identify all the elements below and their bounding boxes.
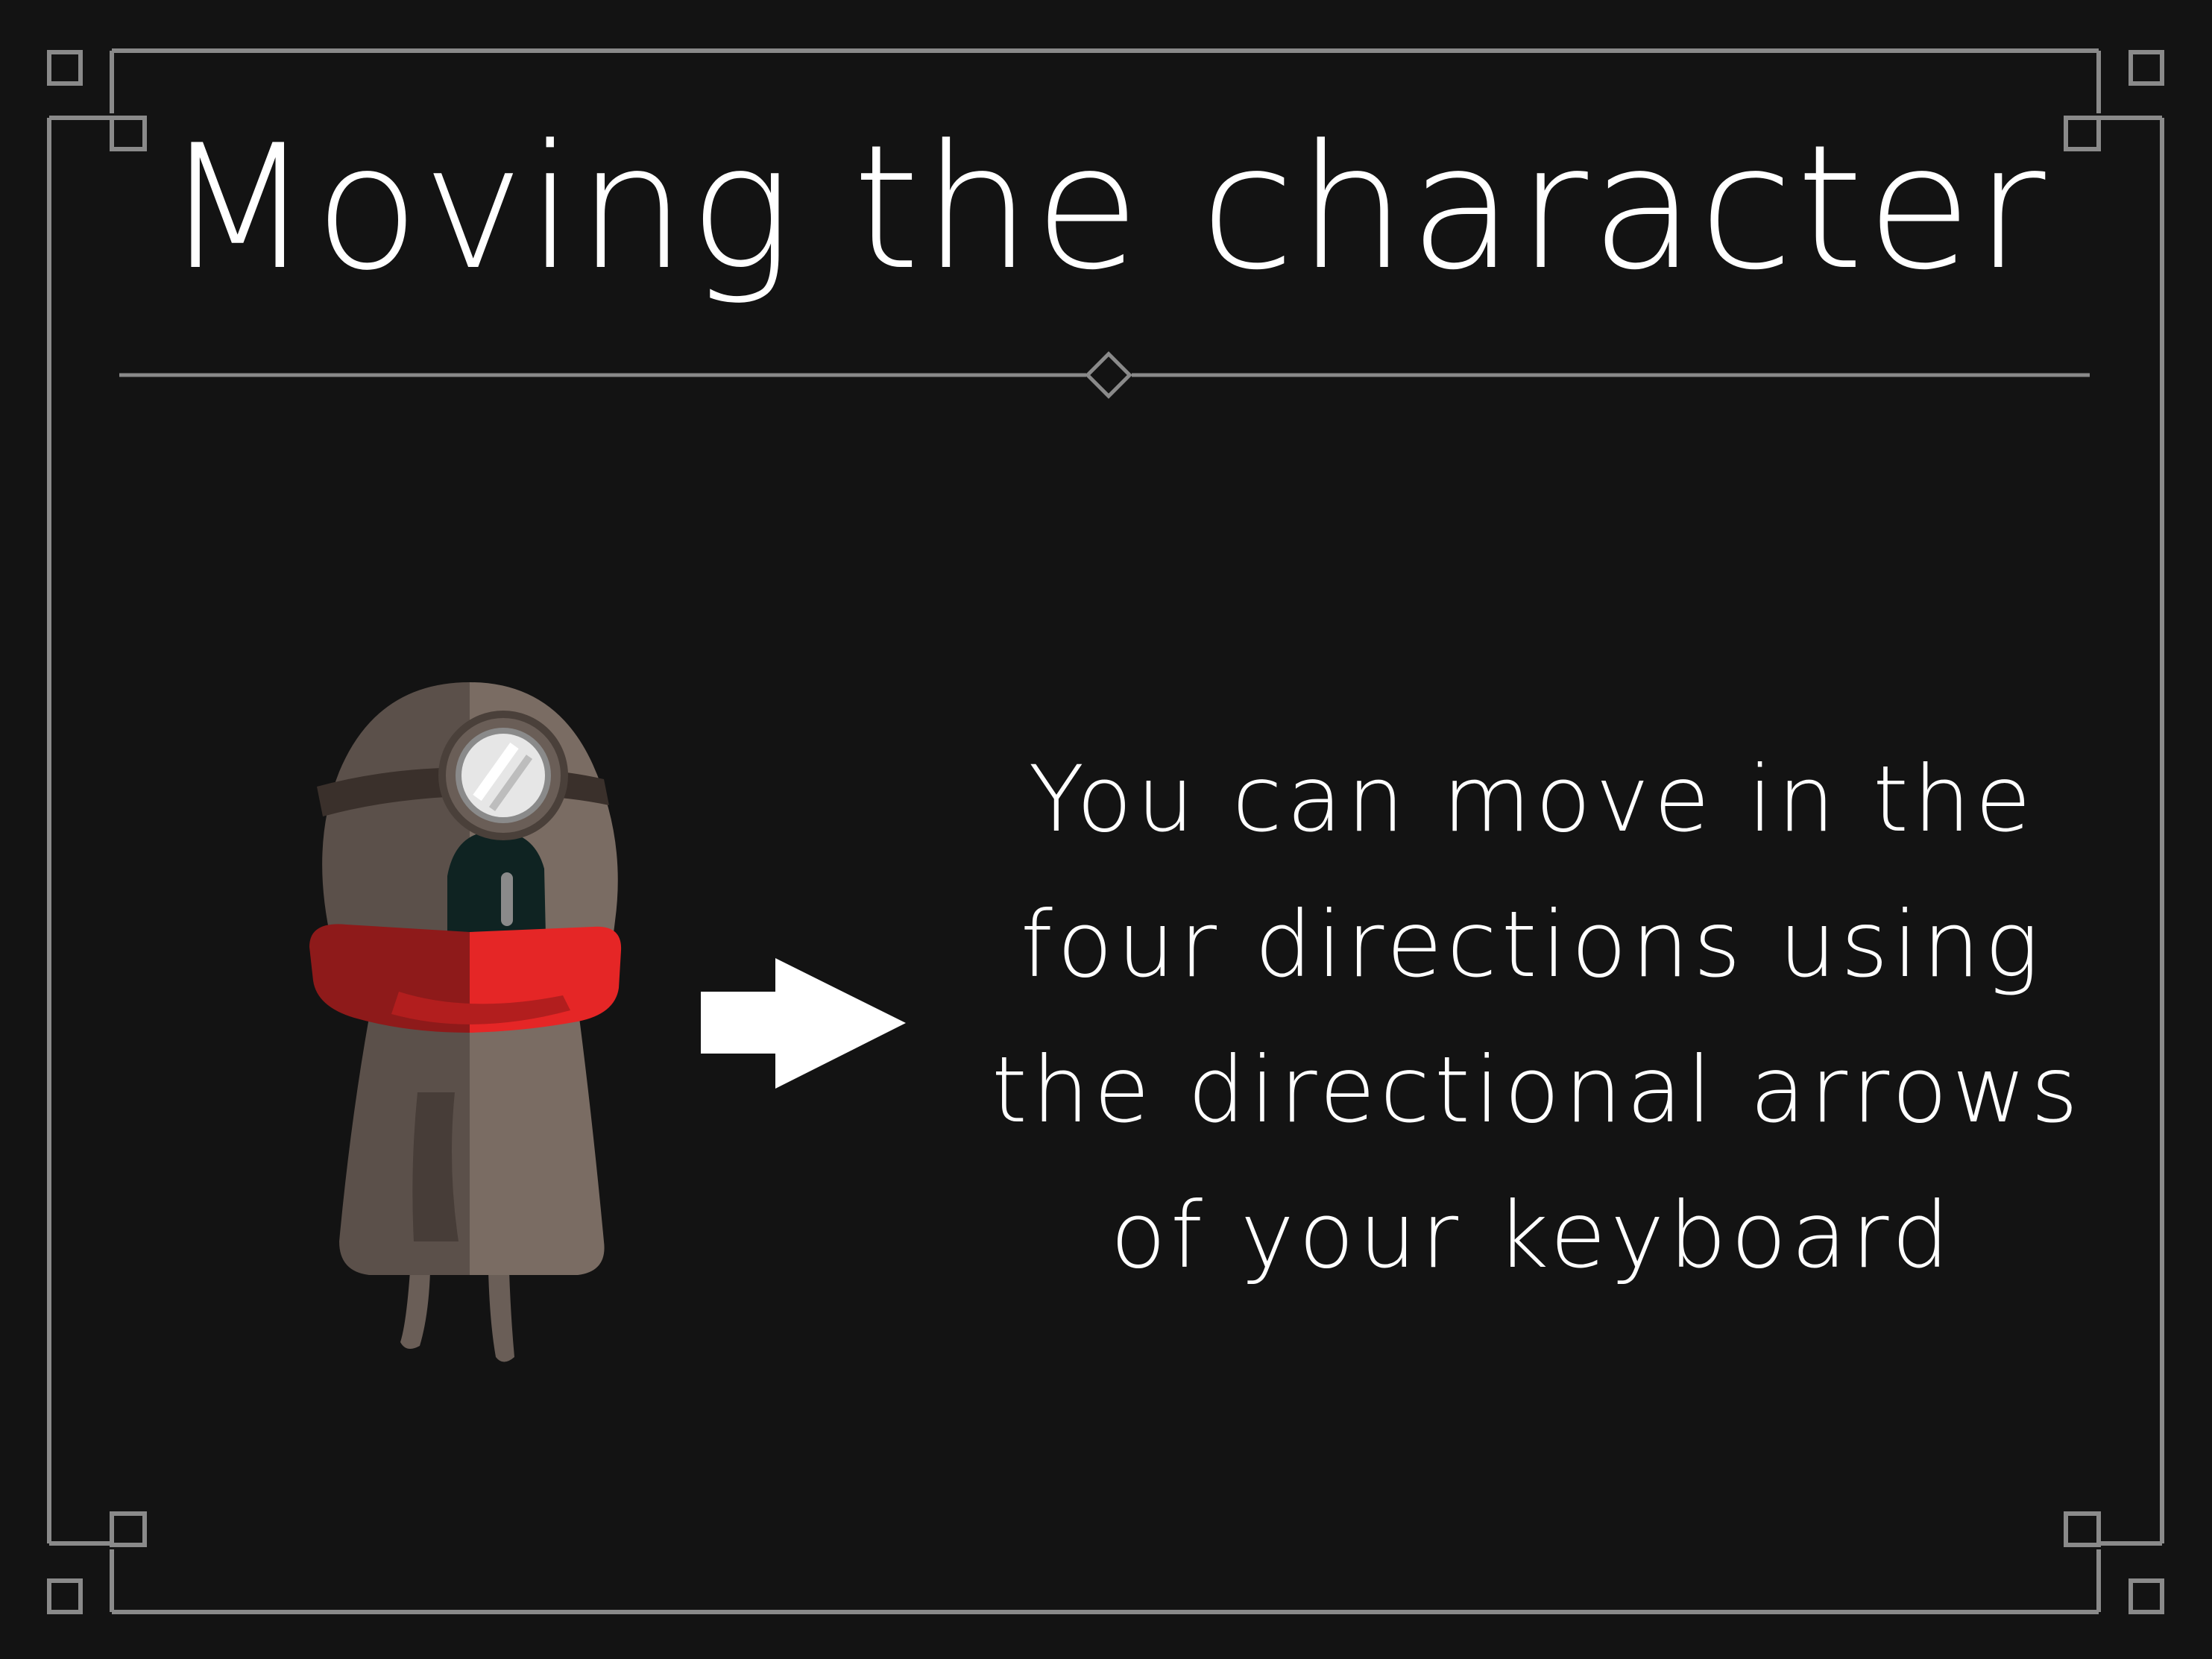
page-title: Moving the character — [163, 109, 2049, 308]
instruction-line: of your keyboard — [1110, 1183, 1954, 1288]
instruction-line: the directional arrows — [992, 1037, 2083, 1143]
miner-character-icon — [309, 682, 622, 1362]
instruction-line: four directions using — [1020, 892, 2044, 998]
instruction-text: You can move in the four directions usin… — [992, 727, 2083, 1309]
right-arrow-icon — [701, 958, 906, 1089]
instruction-line: You can move in the — [1028, 746, 2036, 852]
